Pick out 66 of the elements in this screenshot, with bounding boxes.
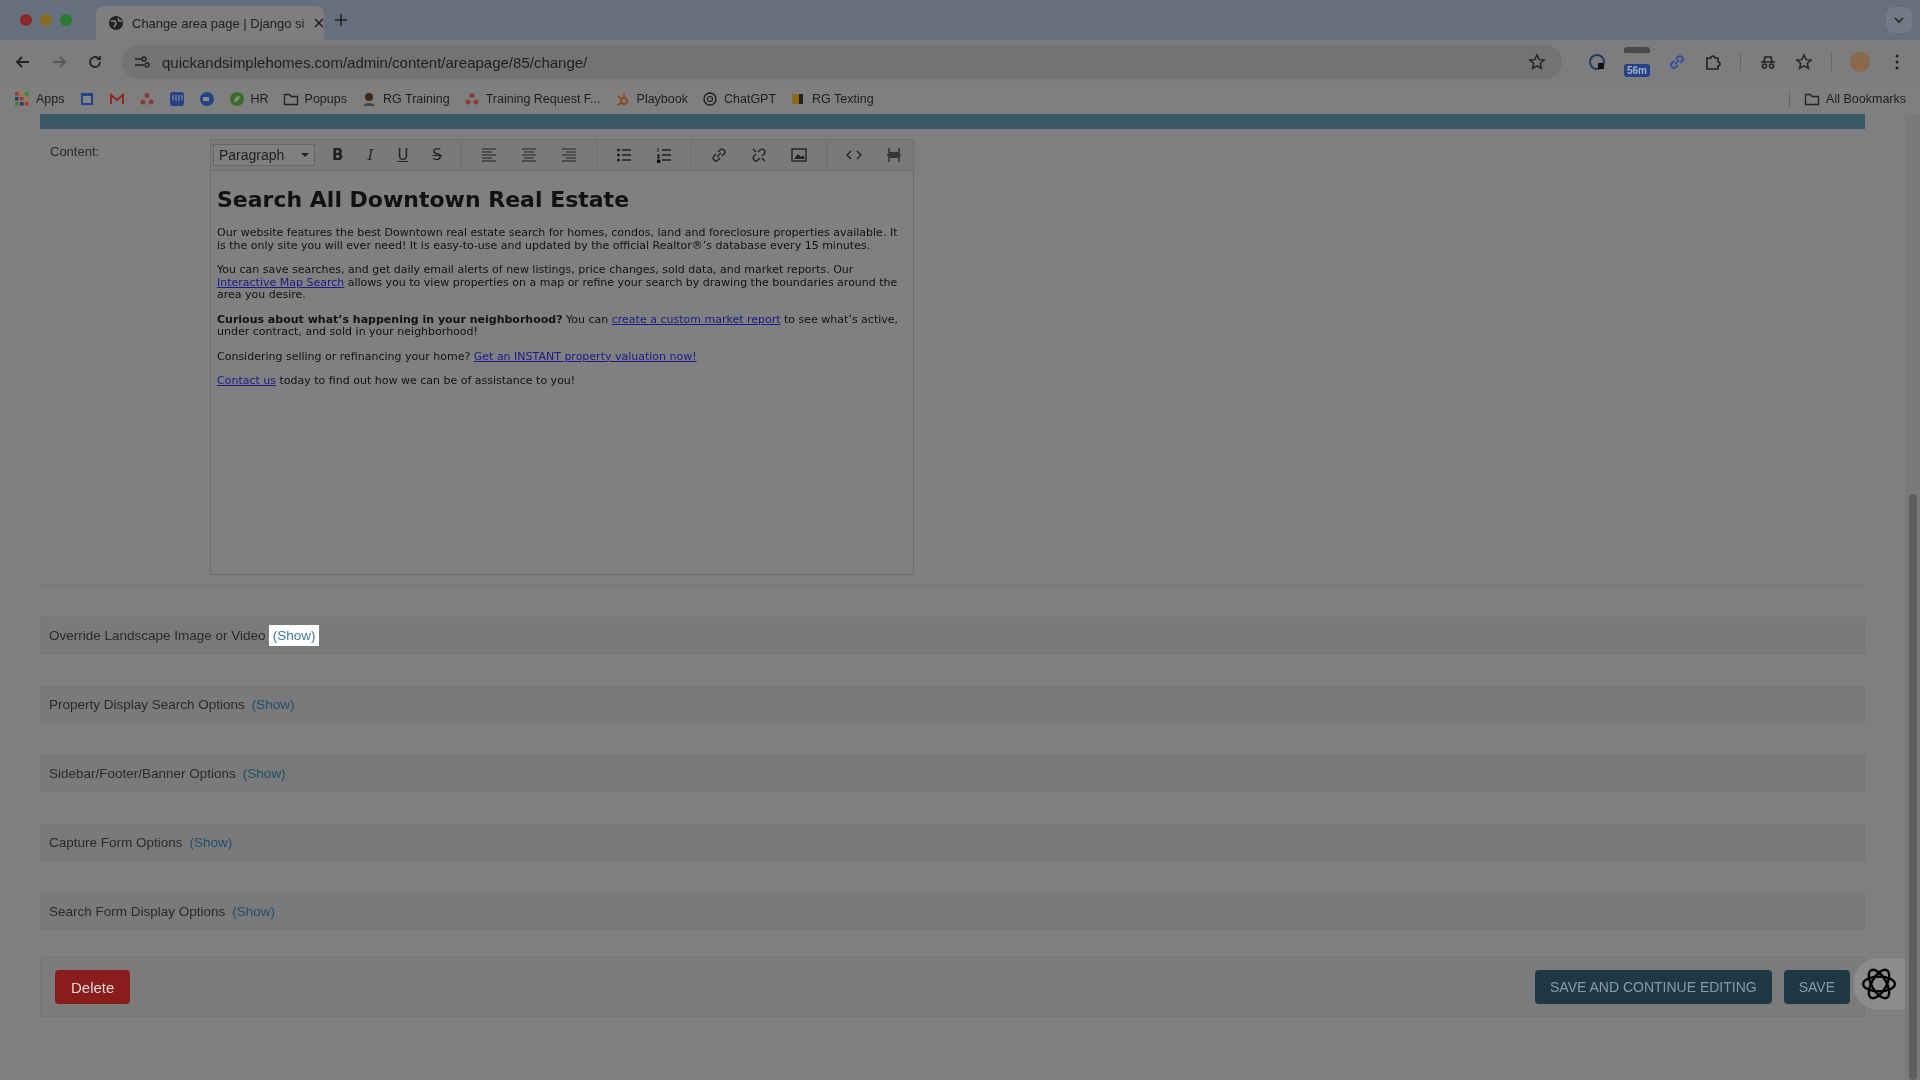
close-tab-icon[interactable] — [312, 17, 325, 29]
address-bar[interactable]: quickandsimplehomes.com/admin/content/areapage/85/change/ — [122, 45, 1562, 79]
tab-search-button[interactable] — [1886, 7, 1912, 33]
content-paragraph: You can save searches, and get daily email alerts of new listings, price changes, sold data, and market reports. Our Interactive Map Search allows you to view properties on a map or refine your search by drawing the boundaries around the area you desire. — [217, 264, 899, 302]
three-dots-icon[interactable] — [138, 91, 155, 107]
bookmark-item[interactable]: RG Training — [360, 91, 450, 107]
content-link[interactable]: Get an INSTANT property valuation now! — [473, 349, 697, 363]
bookmark-item[interactable]: Playbook — [614, 91, 688, 107]
bookmark-item[interactable]: Apps — [14, 91, 65, 107]
person-icon — [360, 91, 377, 107]
puzzle-icon[interactable] — [1704, 53, 1722, 71]
folder-icon — [282, 91, 299, 107]
bookmark-item[interactable]: Popups — [282, 91, 347, 107]
new-tab-icon[interactable] — [334, 13, 348, 27]
leaf-icon — [228, 91, 245, 107]
underline-button[interactable]: U — [392, 146, 414, 164]
content-paragraph: Curious about what’s happening in your neighborhood? You can create a custom market report to see what’s active, under contract, and sold in your neighborhood! — [217, 313, 900, 339]
site-settings-icon[interactable] — [132, 53, 150, 71]
save-and-continue-button[interactable]: SAVE AND CONTINUE EDITING — [1535, 970, 1772, 1004]
strike-button[interactable]: S — [427, 146, 447, 164]
save-button[interactable]: SAVE — [1783, 970, 1850, 1004]
folder-icon — [1804, 91, 1821, 107]
reload-icon[interactable] — [86, 53, 104, 71]
favorites-icon[interactable] — [1795, 53, 1813, 71]
three-dots-icon — [463, 91, 480, 107]
bookmark-item[interactable]: Training Request F... — [463, 91, 601, 107]
assistant-button[interactable] — [1853, 958, 1905, 1010]
calendar-icon[interactable] — [78, 91, 95, 107]
content-link[interactable]: Contact us — [217, 374, 276, 387]
fieldset-title: Search Form Display Options — [49, 904, 226, 919]
scrollbar-thumb[interactable] — [1909, 494, 1917, 1080]
block-format-select[interactable]: Paragraph — [213, 144, 315, 166]
content-heading: Search All Downtown Real Estate — [217, 187, 631, 213]
mail-icon[interactable] — [108, 91, 125, 107]
show-link[interactable]: (Show) — [268, 625, 320, 646]
fieldset-title: Sidebar/Footer/Banner Options — [49, 766, 236, 781]
show-link[interactable]: (Show) — [185, 832, 237, 853]
chevron-down-icon — [1893, 14, 1905, 26]
content-link[interactable]: Interactive Map Search — [217, 275, 345, 289]
bookmark-star-icon[interactable] — [1528, 53, 1546, 71]
italic-button[interactable]: I — [362, 146, 379, 164]
show-link[interactable]: (Show) — [238, 763, 290, 784]
fieldset-title: Capture Form Options — [49, 835, 183, 850]
bold-button[interactable]: B — [327, 146, 349, 164]
bookmark-item[interactable]: HR — [228, 91, 269, 107]
link-icon[interactable] — [1668, 53, 1686, 71]
incognito-icon[interactable] — [1759, 53, 1777, 71]
content-paragraph: Considering selling or refinancing your home? Get an INSTANT property valuation now! — [217, 350, 698, 363]
bookmark-item[interactable]: ChatGPT — [702, 91, 777, 107]
hub-icon — [614, 91, 631, 107]
show-link[interactable]: (Show) — [247, 694, 299, 715]
delete-button[interactable]: Delete — [55, 970, 131, 1004]
content-paragraph: Our website features the best Downtown real estate search for homes, condos, land and foreclosure properties available. It is the only site you will ever need! It is easy-to-use and updated by the official Realtor®’s database every 15 minutes. — [217, 227, 899, 252]
all-bookmarks-button[interactable]: All Bookmarks — [1804, 91, 1906, 107]
caret-icon — [301, 151, 309, 159]
grid-icon — [14, 91, 30, 107]
bookmark-item[interactable]: RG Texting — [790, 91, 874, 107]
fieldset-title: Override Landscape Image or Video — [49, 628, 266, 643]
fieldset-title: Property Display Search Options — [49, 697, 245, 712]
content-link[interactable]: create a custom market report — [611, 312, 781, 326]
content-label: Content: — [49, 143, 101, 161]
browser-tab[interactable]: Change area page | Django si — [96, 6, 324, 40]
rich-text-editor[interactable] — [210, 139, 914, 575]
globe-icon — [108, 15, 124, 31]
content-paragraph: Contact us today to find out how we can be of assistance to you! — [217, 375, 577, 388]
show-link[interactable]: (Show) — [228, 901, 280, 922]
